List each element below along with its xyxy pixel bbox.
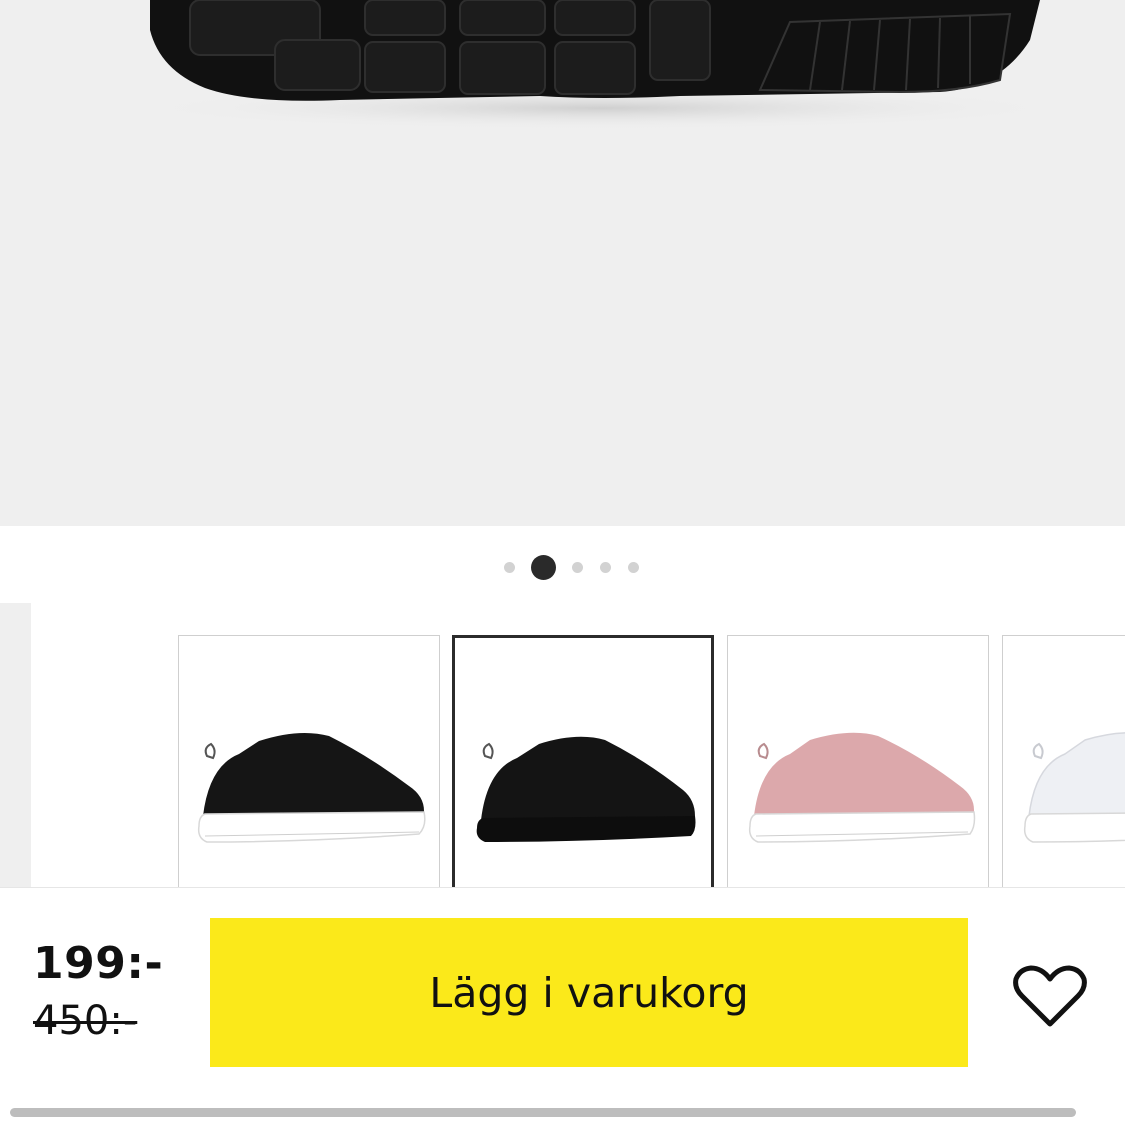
- original-price: 450:-: [33, 998, 138, 1044]
- variant-strip-edge: [0, 603, 31, 888]
- sneaker-white-image: [1023, 732, 1125, 843]
- product-image-gallery[interactable]: [0, 0, 1125, 526]
- current-price: 199:-: [33, 938, 164, 989]
- home-indicator: [10, 1108, 1076, 1117]
- variant-thumb-all-black[interactable]: [452, 635, 714, 888]
- variant-thumb-black-white[interactable]: [178, 635, 440, 888]
- pagination-dot[interactable]: [628, 562, 639, 573]
- pagination-dot-active[interactable]: [531, 555, 556, 580]
- pagination-dot[interactable]: [600, 562, 611, 573]
- variant-thumb-pink[interactable]: [727, 635, 989, 888]
- color-variant-strip[interactable]: [0, 603, 1125, 888]
- gallery-pagination: [0, 552, 1125, 582]
- heart-icon[interactable]: [1012, 964, 1088, 1030]
- add-to-cart-button[interactable]: Lägg i varukorg: [210, 918, 968, 1067]
- sneaker-pink-image: [748, 732, 976, 843]
- shoe-sole-image: [130, 0, 1070, 130]
- sneaker-all-black-image: [476, 736, 696, 842]
- pagination-dot[interactable]: [504, 562, 515, 573]
- pagination-dot[interactable]: [572, 562, 583, 573]
- sneaker-black-white-image: [197, 732, 426, 843]
- variant-thumb-white[interactable]: [1002, 635, 1125, 888]
